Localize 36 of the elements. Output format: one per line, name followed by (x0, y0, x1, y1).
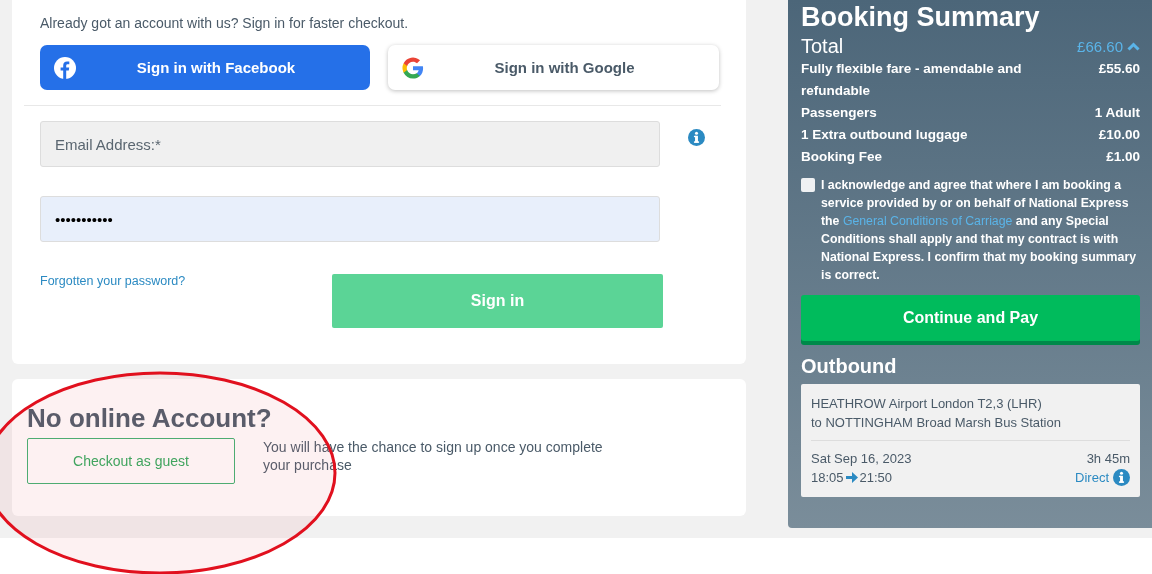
summary-line-label: Fully flexible fare - amendable and refundable (801, 60, 1023, 100)
checkout-as-guest-button[interactable]: Checkout as guest (27, 438, 235, 484)
departure-time: 18:05 (811, 469, 844, 487)
total-label: Total (801, 35, 844, 58)
chevron-icon[interactable] (1127, 42, 1140, 51)
journey-duration: 3h 45m (1086, 450, 1130, 468)
summary-line-label: Booking Fee (801, 148, 882, 166)
terms-text: I acknowledge and agree that where I am booking a service provided by or on behalf of National Express the General Conditions of Carriage and any Special Conditions shall apply and that my contract is with National Express. I confirm that my booking summary is correct. (821, 177, 1137, 284)
forgot-password-link[interactable]: Forgotten your password? (40, 274, 332, 288)
terms-checkbox[interactable] (801, 178, 815, 192)
facebook-sign-in-button[interactable]: Sign in with Facebook (40, 45, 370, 90)
summary-line-value: 1 Adult (1094, 104, 1140, 122)
guest-heading: No online Account? (27, 403, 272, 434)
sign-in-button[interactable]: Sign in (332, 274, 663, 328)
facebook-icon (54, 56, 76, 79)
info-icon[interactable] (1113, 469, 1130, 486)
arrow-right-icon (845, 472, 858, 483)
google-sign-in-button[interactable]: Sign in with Google (388, 45, 719, 90)
google-g-icon (402, 56, 424, 79)
journey-type[interactable]: Direct (1075, 468, 1109, 487)
journey-route: HEATHROW Airport London T2,3 (LHR) to NOTTINGHAM Broad Marsh Bus Station (811, 395, 1062, 432)
summary-line-value: £10.00 (1098, 126, 1140, 144)
info-icon[interactable] (688, 129, 705, 146)
conditions-link[interactable]: General Conditions of Carriage (842, 214, 1013, 228)
journey-date: Sat Sep 16, 2023 (811, 450, 912, 468)
total-value: £66.60 (1077, 38, 1123, 55)
summary-line-label: Passengers (801, 104, 877, 122)
summary-line-value: £1.00 (1106, 148, 1140, 166)
outbound-heading: Outbound (801, 355, 897, 378)
sign-in-intro: Already got an account with us? Sign in for faster checkout. (40, 15, 409, 31)
booking-summary-title: Booking Summary (801, 2, 1040, 33)
password-field[interactable]: ••••••••••• (40, 196, 660, 242)
summary-line-label: 1 Extra outbound luggage (801, 126, 968, 144)
summary-line-value: £55.60 (1098, 60, 1140, 78)
arrival-time: 21:50 (859, 469, 893, 487)
email-field[interactable]: Email Address:* (40, 121, 660, 167)
